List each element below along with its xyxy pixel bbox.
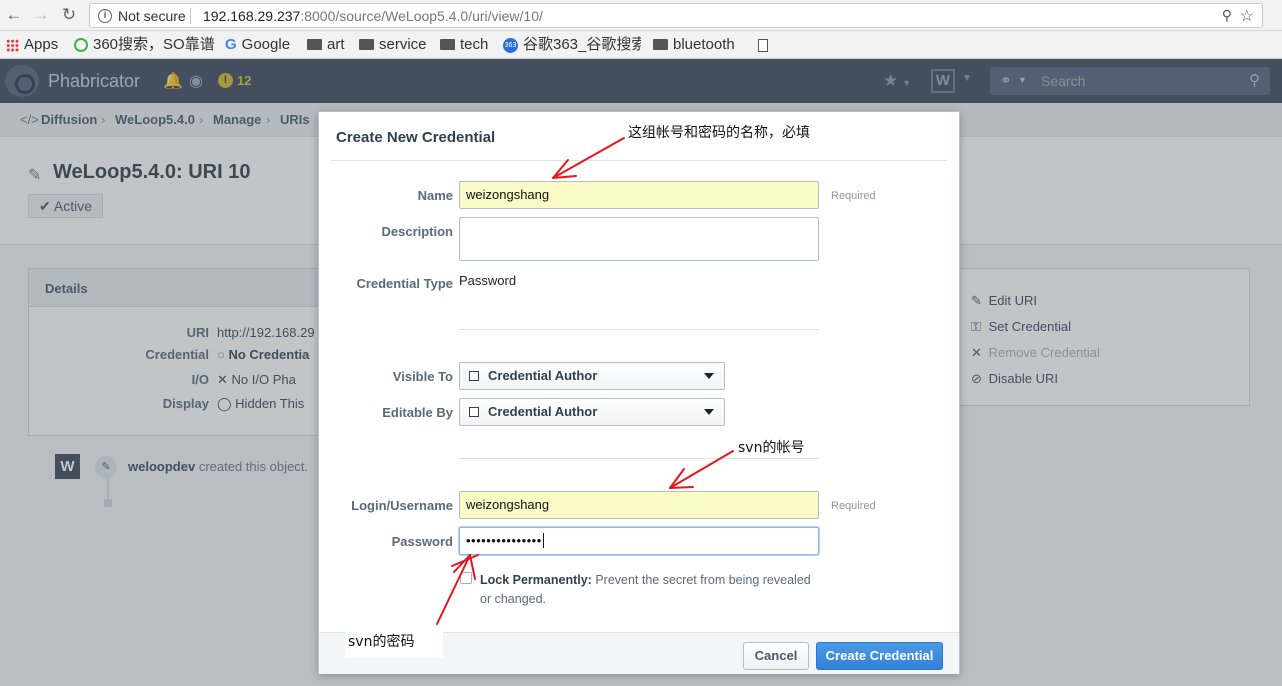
bookmark-star-icon[interactable]: ☆ <box>1240 6 1254 26</box>
required-hint: Required <box>831 190 876 202</box>
url-text[interactable]: 192.168.29.237:8000/source/WeLoop5.4.0/u… <box>203 8 543 24</box>
credential-type-label: Credential Type <box>356 276 453 291</box>
bookmark-360[interactable]: 360搜索，SO靠谱 <box>74 35 215 55</box>
name-annotation: 这组帐号和密码的名称，必填 <box>628 125 810 141</box>
required-hint: Required <box>831 500 876 512</box>
visible-to-select[interactable]: Credential Author <box>459 362 725 390</box>
363-icon: 363 <box>503 37 518 53</box>
address-bar[interactable]: i Not secure 192.168.29.237:8000/source/… <box>89 3 1263 28</box>
name-label: Name <box>417 188 453 203</box>
editable-by-select[interactable]: Credential Author <box>459 398 725 426</box>
folder-icon <box>359 38 374 50</box>
visible-to-label: Visible To <box>392 369 453 384</box>
name-field[interactable]: weizongshang <box>459 181 819 209</box>
caret-down-icon <box>704 373 714 379</box>
divider <box>459 329 819 330</box>
google-icon: G <box>225 36 237 54</box>
bookmark-apps[interactable]: Apps <box>6 35 58 55</box>
editable-by-label: Editable By <box>382 405 453 420</box>
credential-type-value: Password <box>459 273 517 288</box>
description-label: Description <box>381 224 453 239</box>
dialog-title: Create New Credential <box>336 129 496 146</box>
divider <box>331 160 947 161</box>
bookmark-tech[interactable]: tech <box>440 35 488 55</box>
cube-icon <box>469 371 479 381</box>
page-icon <box>758 38 768 52</box>
login-field[interactable]: weizongshang <box>459 491 819 519</box>
bookmark-bluetooth[interactable]: bluetooth <box>653 35 735 55</box>
description-field[interactable] <box>459 217 819 261</box>
create-credential-dialog: Create New Credential Name weizongshang … <box>318 111 960 674</box>
login-label: Login/Username <box>351 498 453 513</box>
text-cursor <box>542 533 544 548</box>
360-icon <box>74 38 88 53</box>
folder-icon <box>653 38 668 50</box>
bookmark-art[interactable]: art <box>307 35 345 55</box>
info-icon[interactable]: i <box>98 9 112 23</box>
bookmark-page[interactable] <box>758 35 773 55</box>
apps-grid-icon <box>6 38 19 52</box>
folder-icon <box>440 38 455 50</box>
omnibox-divider <box>190 8 191 24</box>
create-credential-button[interactable]: Create Credential <box>816 642 943 670</box>
lock-permanently-label: Lock Permanently: Prevent the secret fro… <box>480 573 811 606</box>
login-annotation: svn的帐号 <box>738 440 805 456</box>
divider <box>459 458 819 459</box>
folder-icon <box>307 38 322 50</box>
bookmark-363[interactable]: 363 谷歌363_谷歌搜索 <box>503 35 641 55</box>
bookmark-google[interactable]: G Google <box>225 35 297 55</box>
password-annotation: svn的密码 <box>348 634 415 650</box>
cube-icon <box>469 407 479 417</box>
cancel-button[interactable]: Cancel <box>743 642 809 670</box>
password-label: Password <box>391 534 453 549</box>
bookmark-service[interactable]: service <box>359 35 427 55</box>
reload-icon[interactable]: ↻ <box>59 5 79 25</box>
lock-permanently-checkbox[interactable] <box>460 572 472 584</box>
security-label[interactable]: Not secure <box>118 8 186 24</box>
forward-icon[interactable]: → <box>31 5 51 25</box>
browser-toolbar: ← → ↻ i Not secure 192.168.29.237:8000/s… <box>0 0 1282 31</box>
pin-icon[interactable]: ⚲ <box>1222 7 1232 24</box>
bookmarks-bar: Apps 360搜索，SO靠谱 G Google art service tech… <box>0 31 1282 59</box>
password-field[interactable]: ••••••••••••••• <box>459 527 819 555</box>
back-icon[interactable]: ← <box>4 5 24 25</box>
caret-down-icon <box>704 409 714 415</box>
